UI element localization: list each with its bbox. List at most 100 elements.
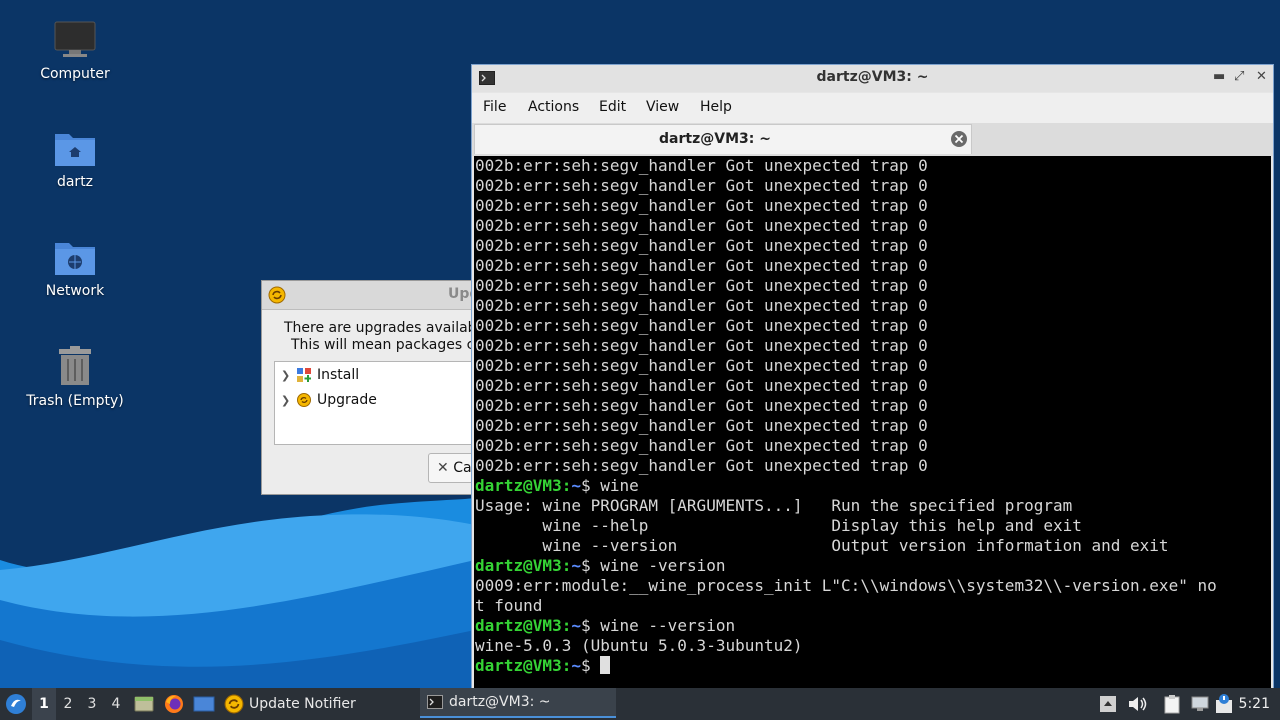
prompt-path: ~ bbox=[571, 556, 581, 575]
terminal-output-line: 002b:err:seh:segv_handler Got unexpected… bbox=[475, 276, 928, 295]
dialog-message: There are upgrades availabl bbox=[284, 320, 481, 336]
update-tray-button[interactable] bbox=[1215, 688, 1233, 720]
network-button[interactable] bbox=[1190, 688, 1210, 720]
terminal-output-line: 002b:err:seh:segv_handler Got unexpected… bbox=[475, 436, 928, 455]
tray-expand-icon bbox=[1100, 696, 1116, 712]
launcher-firefox[interactable] bbox=[164, 688, 184, 720]
menu-help[interactable]: Help bbox=[700, 99, 732, 115]
terminal-output-line: t found bbox=[475, 596, 543, 615]
tab-terminal[interactable]: dartz@VM3: ~ bbox=[474, 124, 972, 154]
update-notifier-icon bbox=[268, 286, 286, 304]
volume-icon bbox=[1129, 697, 1147, 711]
dialog-titlebar[interactable]: Upd bbox=[262, 281, 500, 310]
prompt-separator: : bbox=[561, 556, 572, 575]
terminal-output-line: 0009:err:module:__wine_process_init L"C:… bbox=[475, 576, 1217, 595]
task-label: Update Notifier bbox=[249, 696, 356, 712]
prompt-path: ~ bbox=[571, 616, 581, 635]
prompt-user: dartz@VM3 bbox=[475, 556, 562, 575]
update-available-icon bbox=[1216, 694, 1232, 713]
prompt-user: dartz@VM3 bbox=[475, 616, 562, 635]
prompt-user: dartz@VM3 bbox=[475, 656, 562, 675]
home-folder-icon bbox=[55, 134, 95, 166]
prompt-separator: : bbox=[561, 616, 572, 635]
upgrade-icon bbox=[297, 393, 311, 407]
update-notifier-dialog: Upd There are upgrades availabl This wil… bbox=[261, 280, 508, 495]
lubuntu-logo-icon bbox=[6, 694, 26, 714]
terminal-prompt-line: dartz@VM3:~$ bbox=[474, 656, 1271, 676]
terminal-window: dartz@VM3: ~ ▬ ⤢ ✕ File Actions Edit Vie… bbox=[471, 64, 1274, 696]
desktop-icon-trash[interactable]: Trash (Empty) bbox=[10, 345, 140, 409]
tree-item-label: Upgrade bbox=[317, 392, 377, 408]
terminal-output-line: 002b:err:seh:segv_handler Got unexpected… bbox=[475, 336, 928, 355]
terminal-output-line: 002b:err:seh:segv_handler Got unexpected… bbox=[475, 176, 928, 195]
terminal-output-line: 002b:err:seh:segv_handler Got unexpected… bbox=[475, 196, 928, 215]
workspace-2[interactable]: 2 bbox=[56, 688, 80, 720]
clock[interactable]: 5:21 bbox=[1239, 696, 1270, 712]
terminal-output-line: 002b:err:seh:segv_handler Got unexpected… bbox=[475, 376, 928, 395]
text-cursor bbox=[600, 656, 611, 674]
firefox-icon bbox=[165, 695, 183, 713]
workspace-4[interactable]: 4 bbox=[104, 688, 128, 720]
terminal-output-line: 002b:err:seh:segv_handler Got unexpected… bbox=[475, 356, 928, 375]
taskbar: 1 2 3 4 Update Notifier dartz@VM3: ~ 5:2… bbox=[0, 688, 1280, 720]
desktop-icon-computer[interactable]: Computer bbox=[10, 20, 140, 82]
desktop-icon-label: Computer bbox=[40, 66, 110, 82]
computer-icon bbox=[54, 21, 96, 57]
trash-icon bbox=[59, 346, 91, 385]
tree-item-install[interactable]: ❯ Install bbox=[281, 365, 359, 385]
prompt-symbol: $ bbox=[580, 556, 601, 575]
prompt-command: wine --version bbox=[600, 616, 736, 635]
menu-edit[interactable]: Edit bbox=[599, 99, 626, 115]
terminal-output[interactable]: 002b:err:seh:segv_handler Got unexpected… bbox=[474, 156, 1271, 695]
terminal-output-line: wine-5.0.3 (Ubuntu 5.0.3-3ubuntu2) bbox=[475, 636, 803, 655]
start-menu-button[interactable] bbox=[5, 688, 27, 720]
file-manager-icon bbox=[134, 696, 154, 712]
terminal-output-line: Usage: wine PROGRAM [ARGUMENTS...] Run t… bbox=[475, 496, 1073, 515]
task-label: dartz@VM3: ~ bbox=[449, 694, 551, 710]
tab-label: dartz@VM3: ~ bbox=[659, 131, 771, 147]
terminal-output-line: 002b:err:seh:segv_handler Got unexpected… bbox=[475, 216, 928, 235]
prompt-path: ~ bbox=[571, 656, 581, 675]
terminal-output-line: 002b:err:seh:segv_handler Got unexpected… bbox=[475, 156, 928, 175]
package-tree[interactable]: ❯ Install ❯ Upgrade bbox=[274, 361, 504, 445]
terminal-output-line: 002b:err:seh:segv_handler Got unexpected… bbox=[475, 396, 928, 415]
menu-actions[interactable]: Actions bbox=[528, 99, 579, 115]
close-icon[interactable]: ✕ bbox=[1256, 69, 1267, 84]
menu-file[interactable]: File bbox=[483, 99, 506, 115]
terminal-prompt-line: dartz@VM3:~$ wine --version bbox=[474, 616, 1271, 636]
chevron-right-icon[interactable]: ❯ bbox=[281, 394, 295, 407]
tab-close-icon[interactable] bbox=[950, 130, 968, 148]
desktop-icon-label: Trash (Empty) bbox=[26, 393, 124, 409]
minimize-icon[interactable]: ▬ bbox=[1213, 69, 1225, 84]
update-notifier-icon bbox=[224, 694, 244, 714]
chevron-right-icon[interactable]: ❯ bbox=[281, 369, 295, 382]
network-status-icon bbox=[1191, 696, 1209, 711]
window-titlebar[interactable]: dartz@VM3: ~ ▬ ⤢ ✕ bbox=[472, 65, 1273, 92]
workspace-3[interactable]: 3 bbox=[80, 688, 104, 720]
prompt-symbol: $ bbox=[580, 616, 601, 635]
launcher-show-desktop[interactable] bbox=[193, 688, 215, 720]
maximize-icon[interactable]: ⤢ bbox=[1234, 69, 1244, 84]
tray-arrow-button[interactable] bbox=[1099, 688, 1117, 720]
terminal-output-line: 002b:err:seh:segv_handler Got unexpected… bbox=[475, 236, 928, 255]
prompt-command: wine bbox=[600, 476, 639, 495]
workspace-1[interactable]: 1 bbox=[32, 688, 56, 720]
prompt-symbol: $ bbox=[580, 656, 601, 675]
tree-item-upgrade[interactable]: ❯ Upgrade bbox=[281, 390, 377, 410]
terminal-output-line: 002b:err:seh:segv_handler Got unexpected… bbox=[475, 456, 928, 475]
menu-view[interactable]: View bbox=[646, 99, 679, 115]
task-terminal[interactable]: dartz@VM3: ~ bbox=[420, 688, 616, 718]
terminal-output-line: 002b:err:seh:segv_handler Got unexpected… bbox=[475, 316, 928, 335]
task-update-notifier[interactable]: Update Notifier bbox=[224, 688, 414, 720]
window-title: dartz@VM3: ~ bbox=[816, 69, 929, 85]
desktop-icon-label: dartz bbox=[56, 174, 94, 190]
prompt-separator: : bbox=[561, 656, 572, 675]
prompt-path: ~ bbox=[571, 476, 581, 495]
volume-button[interactable] bbox=[1127, 688, 1147, 720]
terminal-output-line: wine --version Output version informatio… bbox=[475, 536, 1169, 555]
clipboard-button[interactable] bbox=[1163, 688, 1181, 720]
launcher-file-manager[interactable] bbox=[134, 688, 154, 720]
desktop-icon-network[interactable]: Network bbox=[10, 237, 140, 299]
desktop-icon-home[interactable]: dartz bbox=[10, 128, 140, 190]
dialog-message: This will mean packages co bbox=[291, 337, 483, 353]
